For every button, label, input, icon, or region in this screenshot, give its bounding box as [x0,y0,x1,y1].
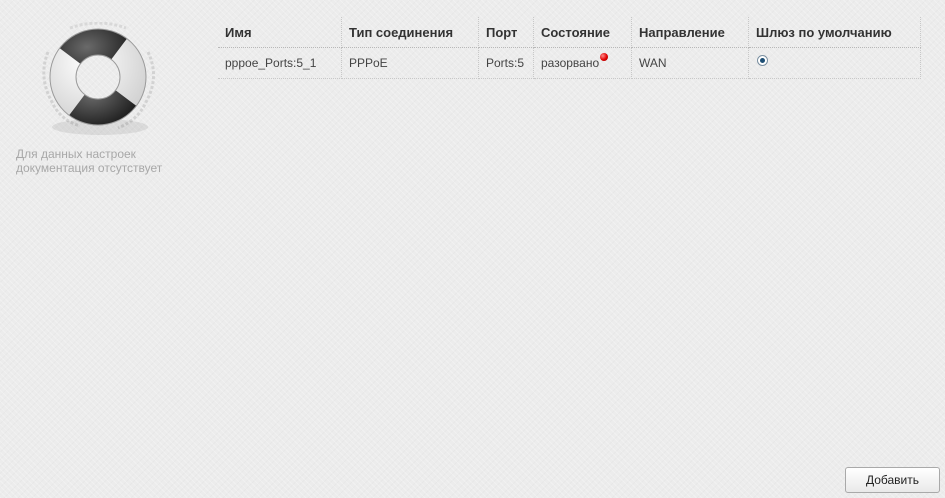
cell-type[interactable]: PPPoE [341,47,479,79]
help-panel: Для данных настроек документация отсутст… [0,0,200,200]
column-header-state[interactable]: Состояние [533,17,632,48]
add-button[interactable]: Добавить [845,467,940,493]
table-row[interactable]: pppoe_Ports:5_1 PPPoE Ports:5 разорвано … [218,47,921,79]
column-header-default-gateway[interactable]: Шлюз по умолчанию [748,17,921,48]
cell-direction[interactable]: WAN [631,47,749,79]
cell-default-gateway [748,47,921,79]
help-text-line: документация отсутствует [16,161,163,175]
lifebuoy-icon [42,22,155,135]
status-wrap: разорвано [541,53,609,70]
cell-state[interactable]: разорвано [533,47,632,79]
status-text: разорвано [541,56,600,70]
default-gateway-radio[interactable] [757,55,768,67]
table-header-row: Имя Тип соединения Порт Состояние Направ… [218,17,921,48]
cell-name[interactable]: pppoe_Ports:5_1 [218,47,342,79]
column-header-name[interactable]: Имя [218,17,342,48]
connections-table: Имя Тип соединения Порт Состояние Направ… [218,17,921,79]
status-disconnected-icon [600,53,609,61]
help-text-line: Для данных настроек [16,147,136,161]
column-header-direction[interactable]: Направление [631,17,749,48]
cell-port[interactable]: Ports:5 [478,47,534,79]
help-text: Для данных настроек документация отсутст… [16,147,191,175]
column-header-type[interactable]: Тип соединения [341,17,479,48]
column-header-port[interactable]: Порт [478,17,534,48]
